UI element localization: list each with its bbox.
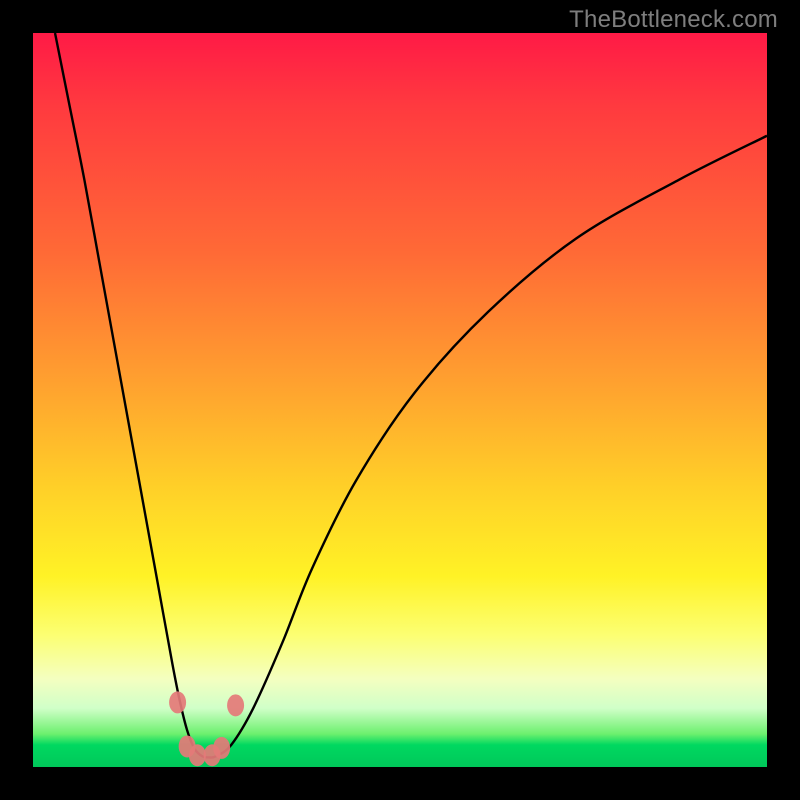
curve-marker [213,737,230,759]
plot-area [33,33,767,767]
chart-frame: TheBottleneck.com [0,0,800,800]
curve-marker [169,691,186,713]
watermark-text: TheBottleneck.com [569,6,778,34]
curve-path [55,33,767,758]
curve-marker [227,694,244,716]
bottleneck-curve [33,33,767,767]
curve-marker [189,744,206,766]
curve-markers [169,691,244,766]
